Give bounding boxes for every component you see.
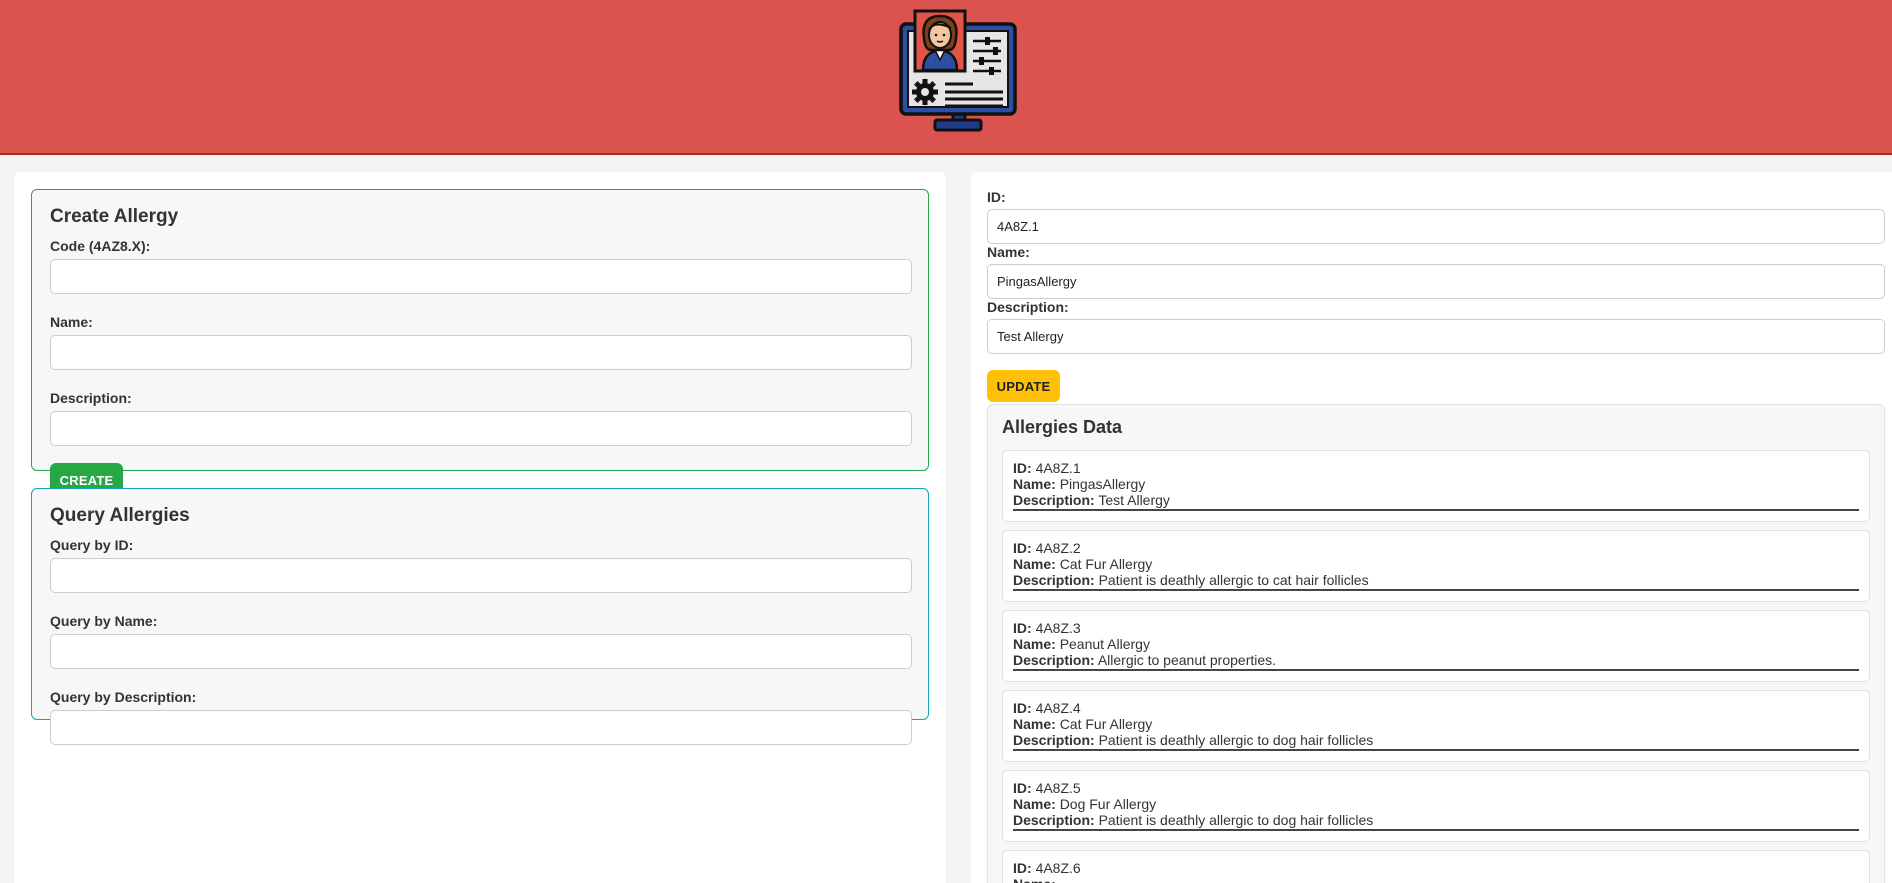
record-id-key: ID: <box>1013 460 1032 476</box>
record-id-line: ID: 4A8Z.2 <box>1013 540 1859 556</box>
record-name-key: Name: <box>1013 796 1056 812</box>
record-name-key: Name: <box>1013 716 1056 732</box>
record-name-key: Name: <box>1013 636 1056 652</box>
record-name-line: Name: Dog Fur Allergy <box>1013 796 1859 812</box>
record-id-key: ID: <box>1013 540 1032 556</box>
record-id-key: ID: <box>1013 780 1032 796</box>
create-allergy-card: Create Allergy Code (4AZ8.X): Name: Desc… <box>31 189 929 497</box>
allergy-record: ID: 4A8Z.5 Name: Dog Fur Allergy Descripti… <box>1002 770 1870 842</box>
record-description-key: Description: <box>1013 732 1095 748</box>
update-name-label: Name: <box>987 244 1030 260</box>
record-description-line: Description: Patient is deathly allergic… <box>1013 732 1859 751</box>
allergies-data-title: Allergies Data <box>1002 417 1123 437</box>
allergy-record: ID: 4A8Z.3 Name: Peanut Allergy Descriptio… <box>1002 610 1870 682</box>
record-name-line: Name: Cat Fur Allergy <box>1013 716 1859 732</box>
allergy-record: ID: 4A8Z.4 Name: Cat Fur Allergy Descripti… <box>1002 690 1870 762</box>
record-name-value: Cat Fur Allergy <box>1059 556 1153 572</box>
allergies-list: ID: 4A8Z.1 Name: PingasAllergy Description… <box>1002 450 1870 883</box>
record-description-value: Patient is deathly allergic to dog hair … <box>1098 812 1374 828</box>
page-header <box>0 0 1892 155</box>
record-id-line: ID: 4A8Z.5 <box>1013 780 1859 796</box>
allergies-data-panel: Allergies Data ID: 4A8Z.1 Name: PingasAll… <box>987 404 1885 883</box>
record-name-line: Name: Cat Fur Allergy <box>1013 556 1859 572</box>
update-id-label: ID: <box>987 189 1006 205</box>
query-allergies-card: Query Allergies Query by ID: Query by Na… <box>31 488 929 745</box>
record-name-line: Name: <box>1013 876 1859 883</box>
query-id-label: Query by ID: <box>50 537 134 553</box>
record-description-line: Description: Test Allergy <box>1013 492 1859 511</box>
description-label: Description: <box>50 390 132 406</box>
query-description-label: Query by Description: <box>50 689 197 705</box>
record-description-value: Test Allergy <box>1098 492 1170 508</box>
record-description-value: Patient is deathly allergic to dog hair … <box>1098 732 1374 748</box>
record-id-line: ID: 4A8Z.6 <box>1013 860 1859 876</box>
update-name-input[interactable] <box>987 264 1885 299</box>
record-description-value: Patient is deathly allergic to cat hair … <box>1098 572 1369 588</box>
update-button[interactable]: UPDATE <box>987 370 1060 402</box>
description-input[interactable] <box>50 411 912 446</box>
code-label: Code (4AZ8.X): <box>50 238 151 254</box>
record-id-value: 4A8Z.4 <box>1035 700 1081 716</box>
query-allergies-title: Query Allergies <box>50 505 190 526</box>
create-allergy-title: Create Allergy <box>50 206 179 227</box>
right-panel: ID: Name: Description: UPDATE Allergies … <box>971 172 1892 883</box>
record-id-line: ID: 4A8Z.1 <box>1013 460 1859 476</box>
update-description-label: Description: <box>987 299 1069 315</box>
record-id-value: 4A8Z.2 <box>1035 540 1081 556</box>
record-name-line: Name: Peanut Allergy <box>1013 636 1859 652</box>
query-name-label: Query by Name: <box>50 613 158 629</box>
query-description-input[interactable] <box>50 710 912 745</box>
record-id-value: 4A8Z.6 <box>1035 860 1081 876</box>
record-name-value: Peanut Allergy <box>1059 636 1150 652</box>
record-id-value: 4A8Z.1 <box>1035 460 1081 476</box>
record-id-key: ID: <box>1013 700 1032 716</box>
record-description-key: Description: <box>1013 812 1095 828</box>
record-id-line: ID: 4A8Z.3 <box>1013 620 1859 636</box>
record-id-value: 4A8Z.5 <box>1035 780 1081 796</box>
record-name-key: Name: <box>1013 876 1056 883</box>
record-description-key: Description: <box>1013 572 1095 588</box>
record-description-line: Description: Patient is deathly allergic… <box>1013 572 1859 591</box>
query-name-input[interactable] <box>50 634 912 669</box>
code-input[interactable] <box>50 259 912 294</box>
record-name-key: Name: <box>1013 556 1056 572</box>
name-input[interactable] <box>50 335 912 370</box>
record-id-value: 4A8Z.3 <box>1035 620 1081 636</box>
record-description-key: Description: <box>1013 492 1095 508</box>
record-id-key: ID: <box>1013 620 1032 636</box>
record-name-value: Dog Fur Allergy <box>1059 796 1157 812</box>
allergy-record: ID: 4A8Z.1 Name: PingasAllergy Description… <box>1002 450 1870 522</box>
record-id-line: ID: 4A8Z.4 <box>1013 700 1859 716</box>
query-id-input[interactable] <box>50 558 912 593</box>
record-id-key: ID: <box>1013 860 1032 876</box>
record-name-key: Name: <box>1013 476 1056 492</box>
record-name-line: Name: PingasAllergy <box>1013 476 1859 492</box>
record-name-value: Cat Fur Allergy <box>1059 716 1153 732</box>
record-name-value: PingasAllergy <box>1059 476 1146 492</box>
allergy-record: ID: 4A8Z.2 Name: Cat Fur Allergy Descripti… <box>1002 530 1870 602</box>
record-description-line: Description: Patient is deathly allergic… <box>1013 812 1859 831</box>
allergy-record: ID: 4A8Z.6Name: Description: <box>1002 850 1870 883</box>
left-panel: Create Allergy Code (4AZ8.X): Name: Desc… <box>14 172 946 883</box>
record-description-key: Description: <box>1013 652 1095 668</box>
name-label: Name: <box>50 314 93 330</box>
update-description-input[interactable] <box>987 319 1885 354</box>
record-description-value: Allergic to peanut properties. <box>1097 652 1277 668</box>
doctor-monitor-icon <box>899 9 1017 132</box>
update-id-input[interactable] <box>987 209 1885 244</box>
record-description-line: Description: Allergic to peanut properti… <box>1013 652 1859 671</box>
